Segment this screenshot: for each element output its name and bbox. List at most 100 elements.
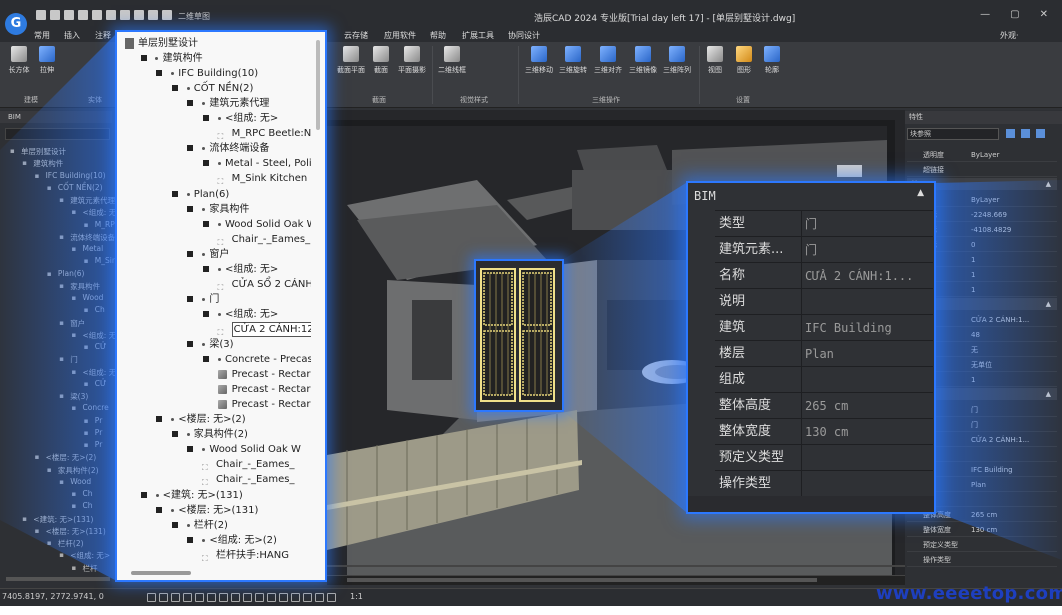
expand-toggle-icon[interactable] (156, 506, 163, 513)
tree-item[interactable]: 栏杆(2) (117, 518, 311, 533)
tree-item[interactable]: Precast - Rectar (117, 382, 311, 397)
tree-item[interactable]: ⛶ CỬA SỔ 2 CÁNH (117, 277, 311, 292)
tree-item[interactable]: 门 (117, 292, 311, 307)
tree-item[interactable]: 家具构件(2) (117, 427, 311, 442)
tree-item[interactable]: IFC Building(10) (117, 66, 311, 81)
tree-item[interactable]: ⛶ 栏杆扶手:HANG (117, 548, 311, 562)
tree-item[interactable]: ⛶ M_Sink Kitchen (117, 171, 311, 186)
node-bullet-icon (202, 147, 206, 151)
tree-item[interactable]: Metal - Steel, Polis (117, 156, 311, 171)
bim-properties-callout: BIM ▲ 类型门建筑元素... 门名称 CỬA 2 CÁNH:1... 说明 建筑 IF… (686, 181, 936, 514)
node-bullet-icon (171, 418, 175, 422)
family-icon: ⛶ (217, 327, 224, 337)
node-bullet-icon (218, 222, 221, 226)
bim-property-row[interactable]: 楼层 Plan (715, 340, 933, 367)
expand-toggle-icon[interactable] (187, 145, 194, 152)
bim-property-key: 楼层 (719, 346, 746, 361)
expand-toggle-icon[interactable] (156, 70, 163, 77)
tree-item[interactable]: Concrete - Precast (117, 352, 311, 367)
family-icon: ⛶ (217, 132, 224, 142)
bim-property-row[interactable]: 建筑 IFC Building (715, 314, 933, 341)
tree-item[interactable]: 家具构件 (117, 202, 311, 217)
expand-toggle-icon[interactable] (187, 295, 194, 302)
expand-toggle-icon[interactable] (171, 190, 178, 197)
tree-item[interactable]: ⛶ Chair_-_Eames_ (117, 472, 311, 487)
expand-toggle-icon[interactable] (140, 55, 147, 62)
bim-property-row[interactable]: 建筑元素... 门 (715, 236, 933, 263)
expand-toggle-icon[interactable] (187, 536, 194, 543)
expand-toggle-icon[interactable] (187, 446, 194, 453)
tree-vertical-scrollbar[interactable] (316, 40, 320, 130)
tree-item[interactable]: Precast - Rectar (117, 397, 311, 412)
bim-property-row[interactable]: 类型 门 (715, 210, 933, 237)
bim-tree: 单层别墅设计 建筑构件 IFC Building(10) CỐT NỀN(2) 建筑元素… (117, 32, 311, 562)
bim-property-row[interactable]: 操作类型 (715, 470, 933, 497)
expand-toggle-icon[interactable] (171, 431, 178, 438)
tree-item-label: 家具构件 (209, 203, 250, 215)
tree-item[interactable]: Plan(6) (117, 187, 311, 202)
bim-property-row[interactable]: 组成 (715, 366, 933, 393)
tree-item-label: Concrete - Precast (225, 354, 311, 366)
tree-horizontal-scrollbar[interactable] (131, 571, 191, 575)
tree-item[interactable]: CỐT NỀN(2) (117, 81, 311, 96)
tree-item-label: Plan(6) (193, 188, 230, 200)
tree-item-label: 栏杆(2) (193, 519, 228, 531)
tree-item[interactable]: ⛶ Chair_-_Eames_ (117, 457, 311, 472)
family-icon: ⛶ (202, 463, 208, 473)
tree-item[interactable]: ⛶ Chair_-_Eames_ (117, 232, 311, 247)
tree-item[interactable]: 窗户 (117, 247, 311, 262)
family-icon: ⛶ (217, 282, 224, 292)
bim-property-key: 名称 (719, 268, 746, 283)
node-bullet-icon (218, 312, 221, 316)
tree-item[interactable]: 梁(3) (117, 337, 311, 352)
expand-toggle-icon[interactable] (187, 250, 194, 257)
expand-toggle-icon[interactable] (187, 341, 194, 347)
bim-property-key: 建筑 (719, 320, 746, 335)
tree-item[interactable]: 单层别墅设计 (117, 36, 311, 51)
bim-property-row[interactable]: 预定义类型 (715, 444, 933, 471)
tree-item[interactable]: Wood Solid Oak W (117, 442, 311, 457)
tree-item[interactable]: 建筑元素代理 (117, 96, 311, 111)
tree-item-label: IFC Building(10) (178, 68, 259, 80)
collapse-icon[interactable]: ▲ (917, 188, 924, 198)
tree-item[interactable]: <组成: 无> (117, 111, 311, 126)
tree-item-label: 流体终端设备 (209, 143, 270, 155)
tree-item[interactable]: <组成: 无> (117, 307, 311, 322)
expand-toggle-icon[interactable] (187, 100, 194, 107)
tree-item-label: <楼层: 无>(131) (178, 504, 259, 516)
bim-property-value: 265 cm (805, 399, 849, 413)
door-model (476, 261, 562, 410)
bim-property-row[interactable]: 说明 (715, 288, 933, 315)
expand-toggle-icon[interactable] (156, 416, 163, 423)
expand-toggle-icon[interactable] (203, 265, 209, 272)
tree-item[interactable]: Precast - Rectar (117, 367, 311, 382)
expand-toggle-icon[interactable] (203, 220, 209, 227)
bim-property-row[interactable]: 整体高度 265 cm (715, 392, 933, 419)
tree-item[interactable]: ⛶ M_RPC Beetle:N (117, 126, 311, 141)
expand-toggle-icon[interactable] (203, 160, 209, 167)
tree-item[interactable]: <楼层: 无>(131) (117, 503, 311, 518)
bim-property-row[interactable]: 名称 CỬA 2 CÁNH:1... (715, 262, 933, 289)
tree-item[interactable]: 建筑构件 (117, 51, 311, 66)
tree-item[interactable]: <组成: 无> (117, 262, 311, 277)
expand-toggle-icon[interactable] (187, 205, 194, 212)
tree-item[interactable]: <组成: 无>(2) (117, 533, 311, 548)
tree-item[interactable]: <楼层: 无>(2) (117, 412, 311, 427)
tree-item-label: Chair_-_Eames_ (216, 459, 295, 471)
expand-toggle-icon[interactable] (203, 356, 209, 363)
tree-item-label: <组成: 无> (225, 308, 279, 320)
bim-property-row[interactable]: 整体宽度 130 cm (715, 418, 933, 445)
expand-toggle-icon[interactable] (171, 521, 178, 528)
watermark-text: www.eeeetop.com (876, 583, 1062, 604)
tree-item[interactable]: <建筑: 无>(131) (117, 488, 311, 503)
tree-item[interactable]: ⛶ CỬA 2 CÁNH:12 (117, 321, 311, 337)
node-bullet-icon (218, 358, 221, 362)
expand-toggle-icon[interactable] (203, 115, 209, 122)
expand-toggle-icon[interactable] (171, 85, 178, 92)
tree-item[interactable]: 流体终端设备 (117, 141, 311, 156)
family-icon: ⛶ (202, 553, 208, 562)
bim-property-value: 130 cm (805, 425, 849, 439)
expand-toggle-icon[interactable] (140, 491, 147, 498)
tree-item[interactable]: Wood Solid Oak W (117, 217, 311, 232)
expand-toggle-icon[interactable] (203, 310, 209, 317)
